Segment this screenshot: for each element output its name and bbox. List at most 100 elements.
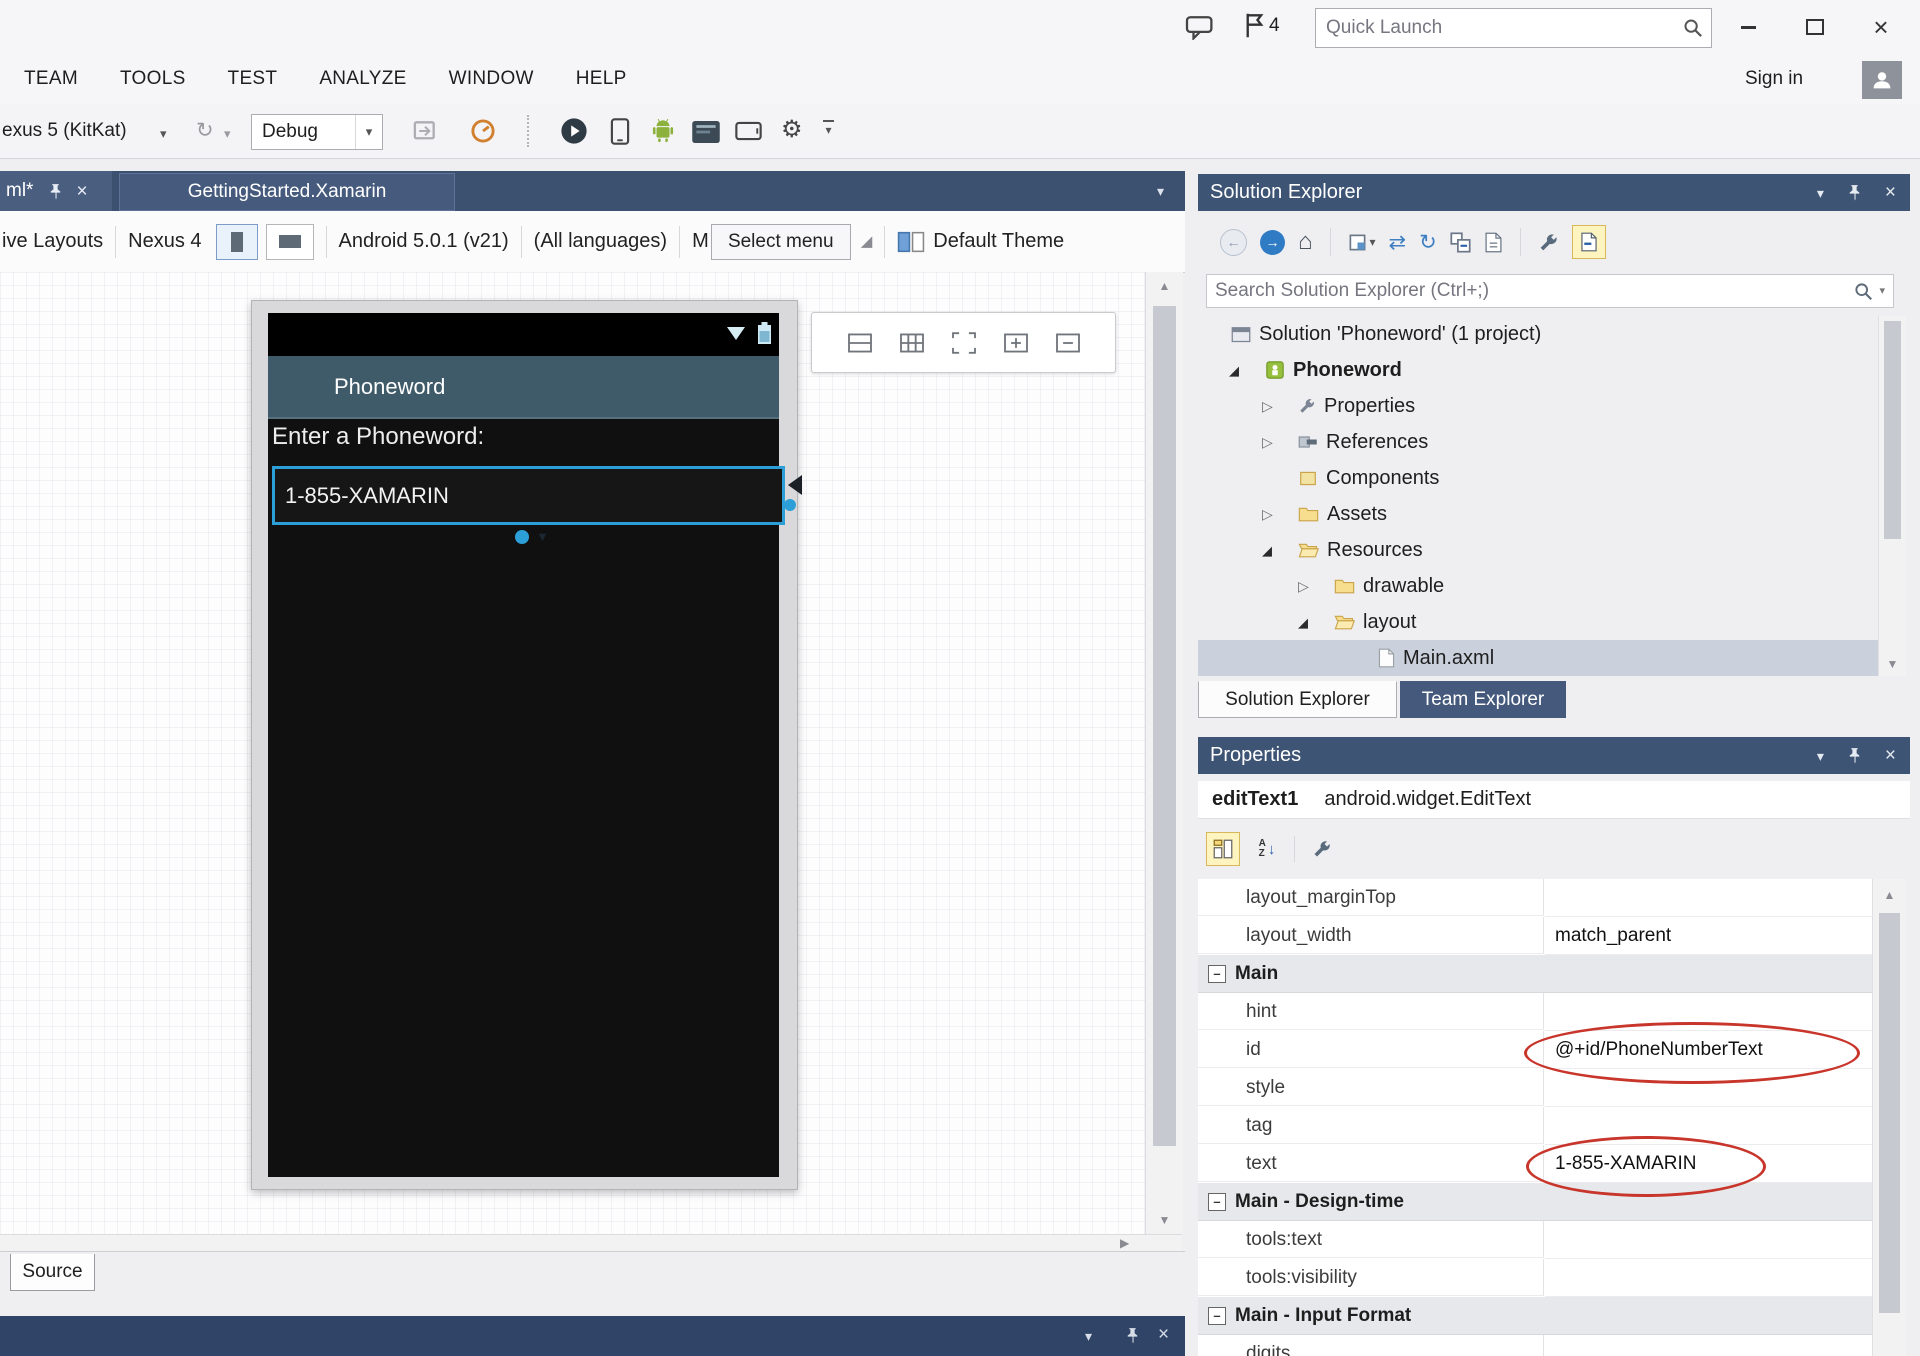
tab-team-explorer[interactable]: Team Explorer <box>1400 681 1566 718</box>
account-avatar-icon[interactable] <box>1862 61 1902 99</box>
collapse-box-icon[interactable]: – <box>1208 1193 1226 1211</box>
scroll-down-icon[interactable]: ▼ <box>1879 658 1906 670</box>
collapsed-arrow-icon[interactable]: ▷ <box>1298 579 1334 593</box>
android-emulator-icon[interactable] <box>650 118 676 144</box>
zoom-out-icon[interactable] <box>1055 332 1081 354</box>
solution-configuration-dropdown[interactable]: Debug ▾ <box>251 114 383 150</box>
split-view-icon[interactable] <box>847 332 873 354</box>
device-landscape-icon[interactable] <box>735 121 762 141</box>
chevron-down-icon[interactable]: ▾ <box>1085 1329 1092 1343</box>
chevron-down-icon[interactable]: ▾ <box>224 127 231 140</box>
solution-search-box[interactable]: ▾ <box>1206 274 1894 308</box>
canvas-horizontal-scrollbar[interactable]: ▶ <box>0 1234 1182 1252</box>
properties-wrench-icon[interactable] <box>1538 232 1559 253</box>
portrait-orientation-button[interactable] <box>216 224 258 260</box>
menu-test[interactable]: TEST <box>207 54 299 104</box>
floating-window-tab[interactable]: GettingStarted.Xamarin <box>119 173 455 211</box>
scroll-right-icon[interactable]: ▶ <box>1120 1237 1129 1249</box>
start-debugging-button[interactable] <box>560 117 588 145</box>
tree-scrollbar[interactable]: ▼ <box>1878 316 1906 676</box>
menu-tools[interactable]: TOOLS <box>99 54 207 104</box>
refresh-icon[interactable]: ↻ <box>1419 232 1437 253</box>
notifications-button[interactable]: 4 <box>1243 12 1280 39</box>
landscape-orientation-button[interactable] <box>266 224 314 260</box>
edittext-widget-selected[interactable]: 1-855-XAMARIN <box>272 466 785 525</box>
device-target-dropdown[interactable]: exus 5 (KitKat) <box>2 104 127 158</box>
scroll-up-icon[interactable]: ▲ <box>1873 889 1906 901</box>
chevron-down-icon[interactable]: ▾ <box>1879 286 1893 297</box>
selection-caret-icon[interactable]: ▼ <box>536 530 549 543</box>
property-value[interactable] <box>1545 993 1872 1031</box>
scope-to-this-button[interactable]: ▾ <box>1348 233 1376 252</box>
expanded-arrow-icon[interactable]: ◢ <box>1262 544 1298 557</box>
category-row-input-format[interactable]: – Main - Input Format <box>1198 1297 1872 1335</box>
property-value[interactable] <box>1545 879 1872 917</box>
resize-handle-icon[interactable] <box>788 475 802 495</box>
category-row-design-time[interactable]: – Main - Design-time <box>1198 1183 1872 1221</box>
tree-item-main-axml[interactable]: Main.axml <box>1198 640 1878 676</box>
scrollbar-thumb[interactable] <box>1153 306 1176 1146</box>
property-value[interactable]: @+id/PhoneNumberText <box>1545 1031 1872 1069</box>
property-pages-wrench-icon[interactable] <box>1305 832 1339 866</box>
property-value[interactable] <box>1545 1335 1872 1356</box>
close-icon[interactable]: × <box>1885 746 1896 765</box>
category-row-main[interactable]: – Main <box>1198 955 1872 993</box>
property-value[interactable] <box>1545 1259 1872 1297</box>
solution-search-input[interactable] <box>1207 280 1854 302</box>
back-button[interactable]: ← <box>1220 229 1247 256</box>
quick-launch-input[interactable] <box>1316 17 1683 39</box>
tree-item-resources[interactable]: ◢ Resources <box>1198 532 1878 568</box>
property-value[interactable] <box>1545 1107 1872 1145</box>
properties-scrollbar[interactable]: ▲ <box>1872 879 1906 1356</box>
profiler-icon[interactable] <box>470 118 496 144</box>
active-document-tab[interactable]: ml* × <box>0 171 112 211</box>
property-value[interactable] <box>1545 1221 1872 1259</box>
show-all-files-icon[interactable] <box>1484 232 1503 253</box>
fit-to-screen-icon[interactable] <box>951 332 977 354</box>
categorized-view-button[interactable] <box>1206 832 1240 866</box>
device-log-icon[interactable] <box>692 121 720 143</box>
language-selector[interactable]: (All languages) <box>534 230 667 253</box>
close-icon[interactable]: × <box>1158 1325 1169 1344</box>
grid-view-icon[interactable] <box>899 332 925 354</box>
preview-selected-items-toggle[interactable] <box>1572 225 1606 259</box>
collapse-box-icon[interactable]: – <box>1208 1307 1226 1325</box>
property-value[interactable] <box>1545 1069 1872 1107</box>
sdk-manager-icon[interactable]: ⚙ <box>781 118 803 142</box>
search-icon[interactable] <box>1854 282 1879 301</box>
minimize-button[interactable] <box>1731 12 1765 42</box>
scroll-up-icon[interactable]: ▲ <box>1146 280 1183 292</box>
properties-header[interactable]: Properties ▾ × <box>1198 737 1910 774</box>
sync-with-active-document-icon[interactable]: ⇄ <box>1389 232 1407 253</box>
tree-item-phoneword[interactable]: ◢ Phoneword <box>1198 352 1878 388</box>
collapse-box-icon[interactable]: – <box>1208 965 1226 983</box>
device-selector[interactable]: Nexus 4 <box>128 230 201 253</box>
menu-help[interactable]: HELP <box>555 54 648 104</box>
toolbar-overflow-button[interactable]: ▾ <box>823 120 834 136</box>
expanded-arrow-icon[interactable]: ◢ <box>1298 616 1334 629</box>
feedback-icon[interactable] <box>1185 14 1215 40</box>
android-version-selector[interactable]: Android 5.0.1 (v21) <box>339 230 509 253</box>
zoom-in-icon[interactable] <box>1003 332 1029 354</box>
collapse-all-icon[interactable] <box>1450 232 1471 253</box>
chevron-down-icon[interactable]: ▾ <box>1817 186 1824 200</box>
device-portrait-icon[interactable] <box>610 118 630 145</box>
alternative-layouts-button[interactable]: ive Layouts <box>0 230 103 253</box>
pin-icon[interactable] <box>1846 184 1863 201</box>
chevron-down-icon[interactable]: ▾ <box>160 127 167 140</box>
refresh-devices-icon[interactable]: ↻ <box>196 120 214 141</box>
alphabetical-sort-button[interactable]: AZ ↓ <box>1250 832 1284 866</box>
menu-team[interactable]: TEAM <box>3 54 99 104</box>
source-view-tab[interactable]: Source <box>10 1254 95 1291</box>
close-button[interactable]: × <box>1864 12 1898 42</box>
chevron-down-icon[interactable]: ▾ <box>1817 749 1824 763</box>
close-icon[interactable]: × <box>1885 183 1896 202</box>
scrollbar-thumb[interactable] <box>1884 321 1901 539</box>
quick-launch-box[interactable] <box>1315 8 1712 48</box>
sign-in-link[interactable]: Sign in <box>1745 54 1803 104</box>
tree-item-assets[interactable]: ▷ Assets <box>1198 496 1878 532</box>
tree-item-layout[interactable]: ◢ layout <box>1198 604 1878 640</box>
solution-explorer-header[interactable]: Solution Explorer ▾ × <box>1198 174 1910 211</box>
tab-solution-explorer[interactable]: Solution Explorer <box>1198 681 1397 718</box>
pin-icon[interactable] <box>1846 747 1863 764</box>
